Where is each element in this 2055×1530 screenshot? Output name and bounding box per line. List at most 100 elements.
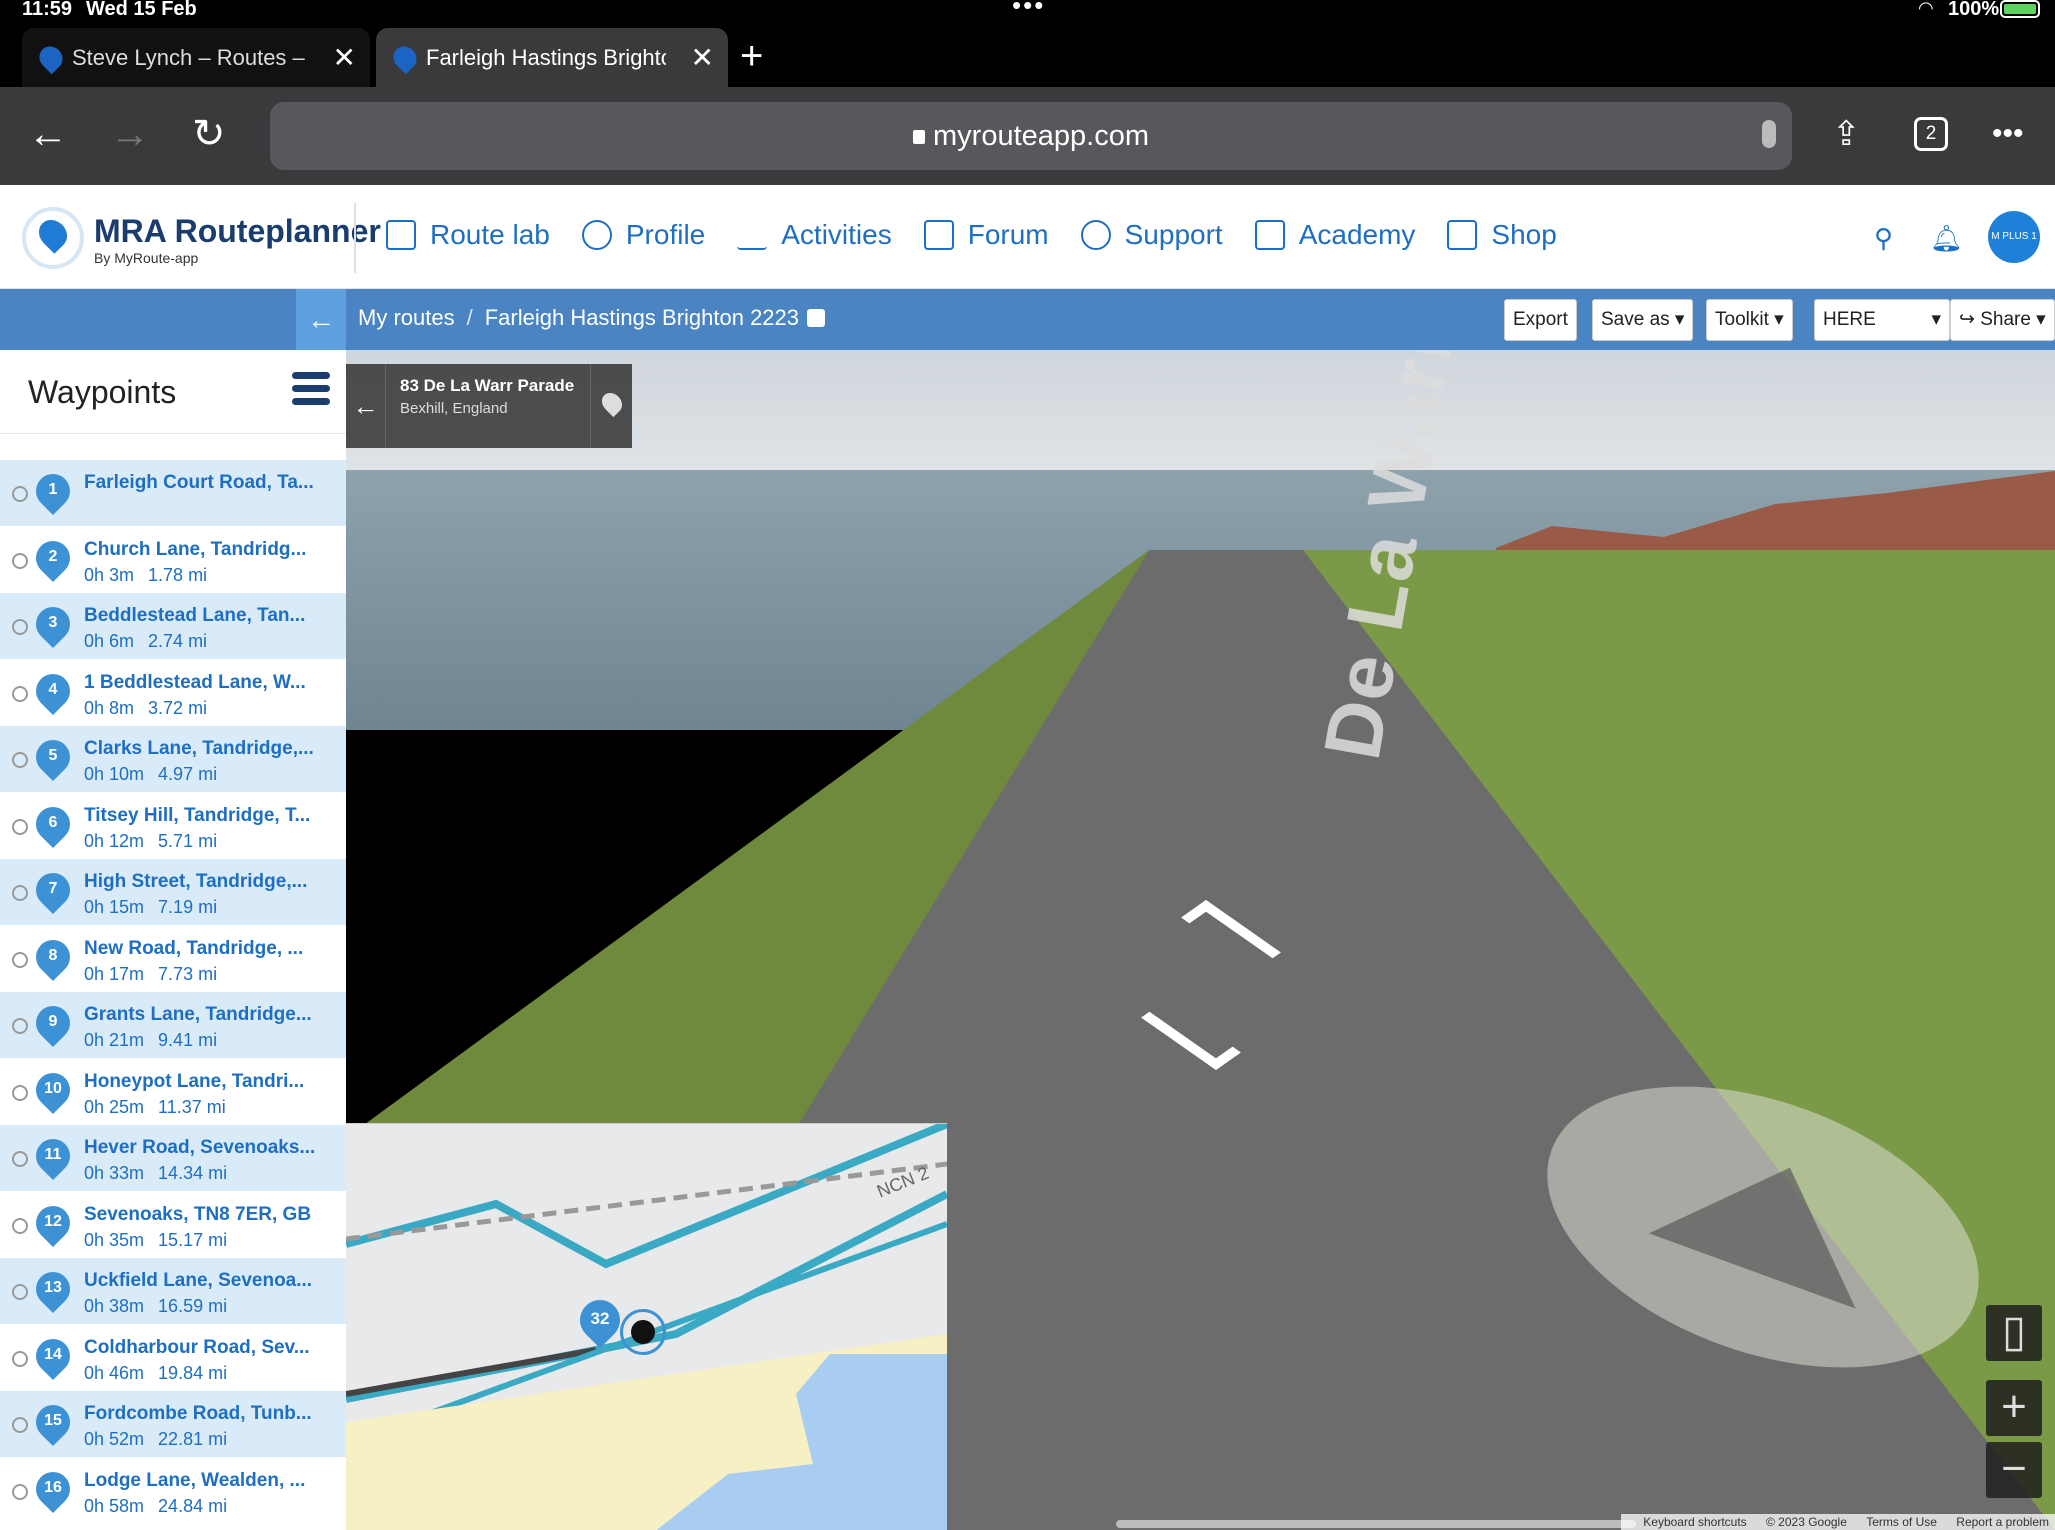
horizontal-scrollbar[interactable] — [1116, 1520, 1636, 1528]
share-button[interactable]: ↪ Share ▾ — [1950, 299, 2055, 341]
nav-label: Support — [1124, 219, 1223, 250]
clock-icon[interactable] — [12, 951, 28, 968]
waypoint-name: Titsey Hill, Tandridge, T... — [84, 804, 311, 826]
nav-activities[interactable]: Activities — [737, 219, 892, 251]
waypoint-row[interactable]: 1 Farleigh Court Road, Ta... — [0, 460, 346, 527]
nav-shop[interactable]: Shop — [1447, 219, 1557, 251]
clock-icon[interactable] — [12, 1350, 28, 1367]
waypoint-row[interactable]: 13 Uckfield Lane, Sevenoa... 0h 38m 16.59 m… — [0, 1258, 346, 1325]
clock-icon[interactable] — [12, 1084, 28, 1101]
route-toolbar: ← My routes / Farleigh Hastings Brighton 2… — [0, 289, 2055, 350]
multitask-dots-icon[interactable]: ••• — [1012, 0, 1045, 21]
waypoint-row[interactable]: 11 Hever Road, Sevenoaks... 0h 33m 14.34 mi — [0, 1125, 346, 1192]
avatar[interactable]: M PLUS 1 — [1988, 211, 2040, 263]
clock-icon[interactable] — [12, 1417, 28, 1433]
search-icon[interactable]: ⚲ — [1874, 223, 1893, 254]
more-menu-icon[interactable]: ••• — [1992, 109, 2024, 159]
streetview-position-icon[interactable] — [620, 1309, 666, 1355]
waypoint-meta — [84, 498, 98, 519]
map-provider-select[interactable]: HERE ▾ — [1814, 299, 1950, 341]
clock-icon[interactable] — [12, 486, 28, 502]
waypoint-name: Beddlestead Lane, Tan... — [84, 605, 306, 626]
waypoint-row[interactable]: 3 Beddlestead Lane, Tan... 0h 6m 2.74 mi — [0, 593, 346, 660]
nav-forum[interactable]: Forum — [923, 219, 1049, 251]
clock-icon[interactable] — [12, 752, 28, 768]
waypoint-row[interactable]: 6 Titsey Hill, Tandridge, T... 0h 12m 5.71 … — [0, 793, 346, 859]
share-icon[interactable]: ⇪ — [1832, 109, 1861, 159]
browser-tab-1[interactable]: Steve Lynch – Routes – M ✕ — [22, 28, 370, 87]
breadcrumb-my-routes[interactable]: My routes — [358, 305, 455, 330]
waypoint-number: 16 — [44, 1478, 62, 1496]
clock-icon[interactable] — [12, 619, 28, 635]
waypoint-row[interactable]: 9 Grants Lane, Tandridge... 0h 21m 9.41 mi — [0, 992, 346, 1059]
clock-icon[interactable] — [12, 1483, 28, 1500]
waypoint-row[interactable]: 14 Coldharbour Road, Sev... 0h 46m 19.84 mi — [0, 1325, 346, 1391]
waypoint-number: 10 — [44, 1079, 62, 1097]
brand[interactable]: MRA Routeplanner By MyRoute-app — [94, 213, 381, 266]
waypoint-number: 12 — [44, 1212, 62, 1230]
waypoint-row[interactable]: 12 Sevenoaks, TN8 7ER, GB 0h 35m 15.17 mi — [0, 1192, 346, 1258]
copyright-text: © 2023 Google — [1766, 1515, 1847, 1529]
zoom-out-button[interactable]: − — [1986, 1442, 2042, 1498]
address-line-1: 83 De La Warr Parade — [400, 376, 575, 395]
waypoint-row[interactable]: 16 Lodge Lane, Wealden, ... 0h 58m 24.84 mi — [0, 1458, 346, 1524]
clock-icon[interactable] — [12, 1018, 28, 1034]
edit-icon[interactable] — [807, 309, 826, 327]
waypoint-row[interactable]: 5 Clarks Lane, Tandridge,... 0h 10m 4.97 mi — [0, 726, 346, 793]
brand-name: MRA Routeplanner — [94, 213, 381, 249]
graduation-cap-icon — [1254, 220, 1285, 250]
clock-icon[interactable] — [12, 552, 28, 569]
waypoint-row[interactable]: 8 New Road, Tandridge, ... 0h 17m 7.73 mi — [0, 926, 346, 992]
keyboard-shortcuts-link[interactable]: Keyboard shortcuts — [1643, 1515, 1746, 1529]
tab-count-button[interactable]: 2 — [1914, 117, 1948, 151]
zoom-in-button[interactable]: + — [1986, 1380, 2042, 1436]
waypoint-number: 5 — [48, 747, 58, 764]
exit-street-view-icon[interactable]: ← — [346, 364, 386, 448]
waypoint-name: Church Lane, Tandridg... — [84, 538, 307, 560]
clock-icon[interactable] — [12, 685, 28, 702]
clock-icon[interactable] — [12, 818, 28, 835]
reload-icon[interactable]: ↻ — [192, 109, 226, 159]
new-tab-button[interactable]: + — [740, 36, 763, 76]
close-tab-icon[interactable]: ✕ — [691, 28, 714, 87]
waypoint-marker-number: 32 — [590, 1309, 610, 1328]
waypoint-row[interactable]: 10 Honeypot Lane, Tandri... 0h 25m 11.37 mi — [0, 1059, 346, 1125]
clock-icon[interactable] — [12, 1284, 28, 1300]
report-problem-link[interactable]: Report a problem — [1956, 1515, 2049, 1529]
app-header: MRA Routeplanner By MyRoute-app Route la… — [0, 185, 2055, 289]
terms-link[interactable]: Terms of Use — [1866, 1515, 1937, 1529]
back-arrow-icon[interactable]: ← — [28, 109, 68, 159]
browser-tab-2[interactable]: Farleigh Hastings Brighto ✕ — [376, 28, 728, 87]
nav-academy[interactable]: Academy — [1254, 219, 1415, 251]
nav-route-lab[interactable]: Route lab — [386, 219, 550, 251]
save-as-button[interactable]: Save as ▾ — [1592, 299, 1694, 341]
mra-logo-icon[interactable] — [22, 207, 84, 269]
nav-support[interactable]: Support — [1080, 219, 1223, 251]
address-bar[interactable]: myrouteapp.com — [270, 102, 1792, 170]
minimap[interactable]: NCN 2 32 — [346, 1123, 947, 1530]
close-tab-icon[interactable]: ✕ — [333, 28, 356, 87]
microphone-icon[interactable] — [1762, 120, 1776, 148]
toolkit-button[interactable]: Toolkit ▾ — [1706, 299, 1793, 341]
collapse-sidebar-button[interactable]: ← — [296, 289, 346, 350]
nav-profile[interactable]: Profile — [581, 219, 705, 251]
clock-icon[interactable] — [12, 1217, 28, 1234]
hamburger-menu-icon[interactable] — [292, 372, 330, 411]
clock-icon[interactable] — [12, 1151, 28, 1167]
waypoint-row[interactable]: 15 Fordcombe Road, Tunb... 0h 52m 22.81 mi — [0, 1391, 346, 1458]
waypoint-row[interactable]: 2 Church Lane, Tandridg... 0h 3m 1.78 mi — [0, 527, 346, 593]
bell-icon[interactable]: 🔔︎ — [1930, 223, 1963, 254]
waypoint-row[interactable]: 4 1 Beddlestead Lane, W... 0h 8m 3.72 mi — [0, 660, 346, 726]
street-view-address-card: ← 83 De La Warr Parade Bexhill, England — [346, 364, 632, 448]
clock-icon[interactable] — [12, 885, 28, 901]
fullscreen-icon[interactable]: ▯ — [1986, 1305, 2042, 1361]
waypoint-meta: 0h 58m 24.84 mi — [84, 1496, 227, 1517]
waypoint-time: 0h 38m — [84, 1296, 145, 1316]
export-button[interactable]: Export — [1504, 299, 1577, 341]
location-pin-icon[interactable] — [590, 364, 632, 448]
waypoint-row[interactable]: 7 High Street, Tandridge,... 0h 15m 7.19 mi — [0, 859, 346, 926]
waypoint-meta: 0h 17m 7.73 mi — [84, 964, 217, 985]
forward-arrow-icon[interactable]: → — [110, 109, 150, 159]
waypoint-name: New Road, Tandridge, ... — [84, 937, 304, 959]
waypoint-meta: 0h 46m 19.84 mi — [84, 1363, 227, 1384]
